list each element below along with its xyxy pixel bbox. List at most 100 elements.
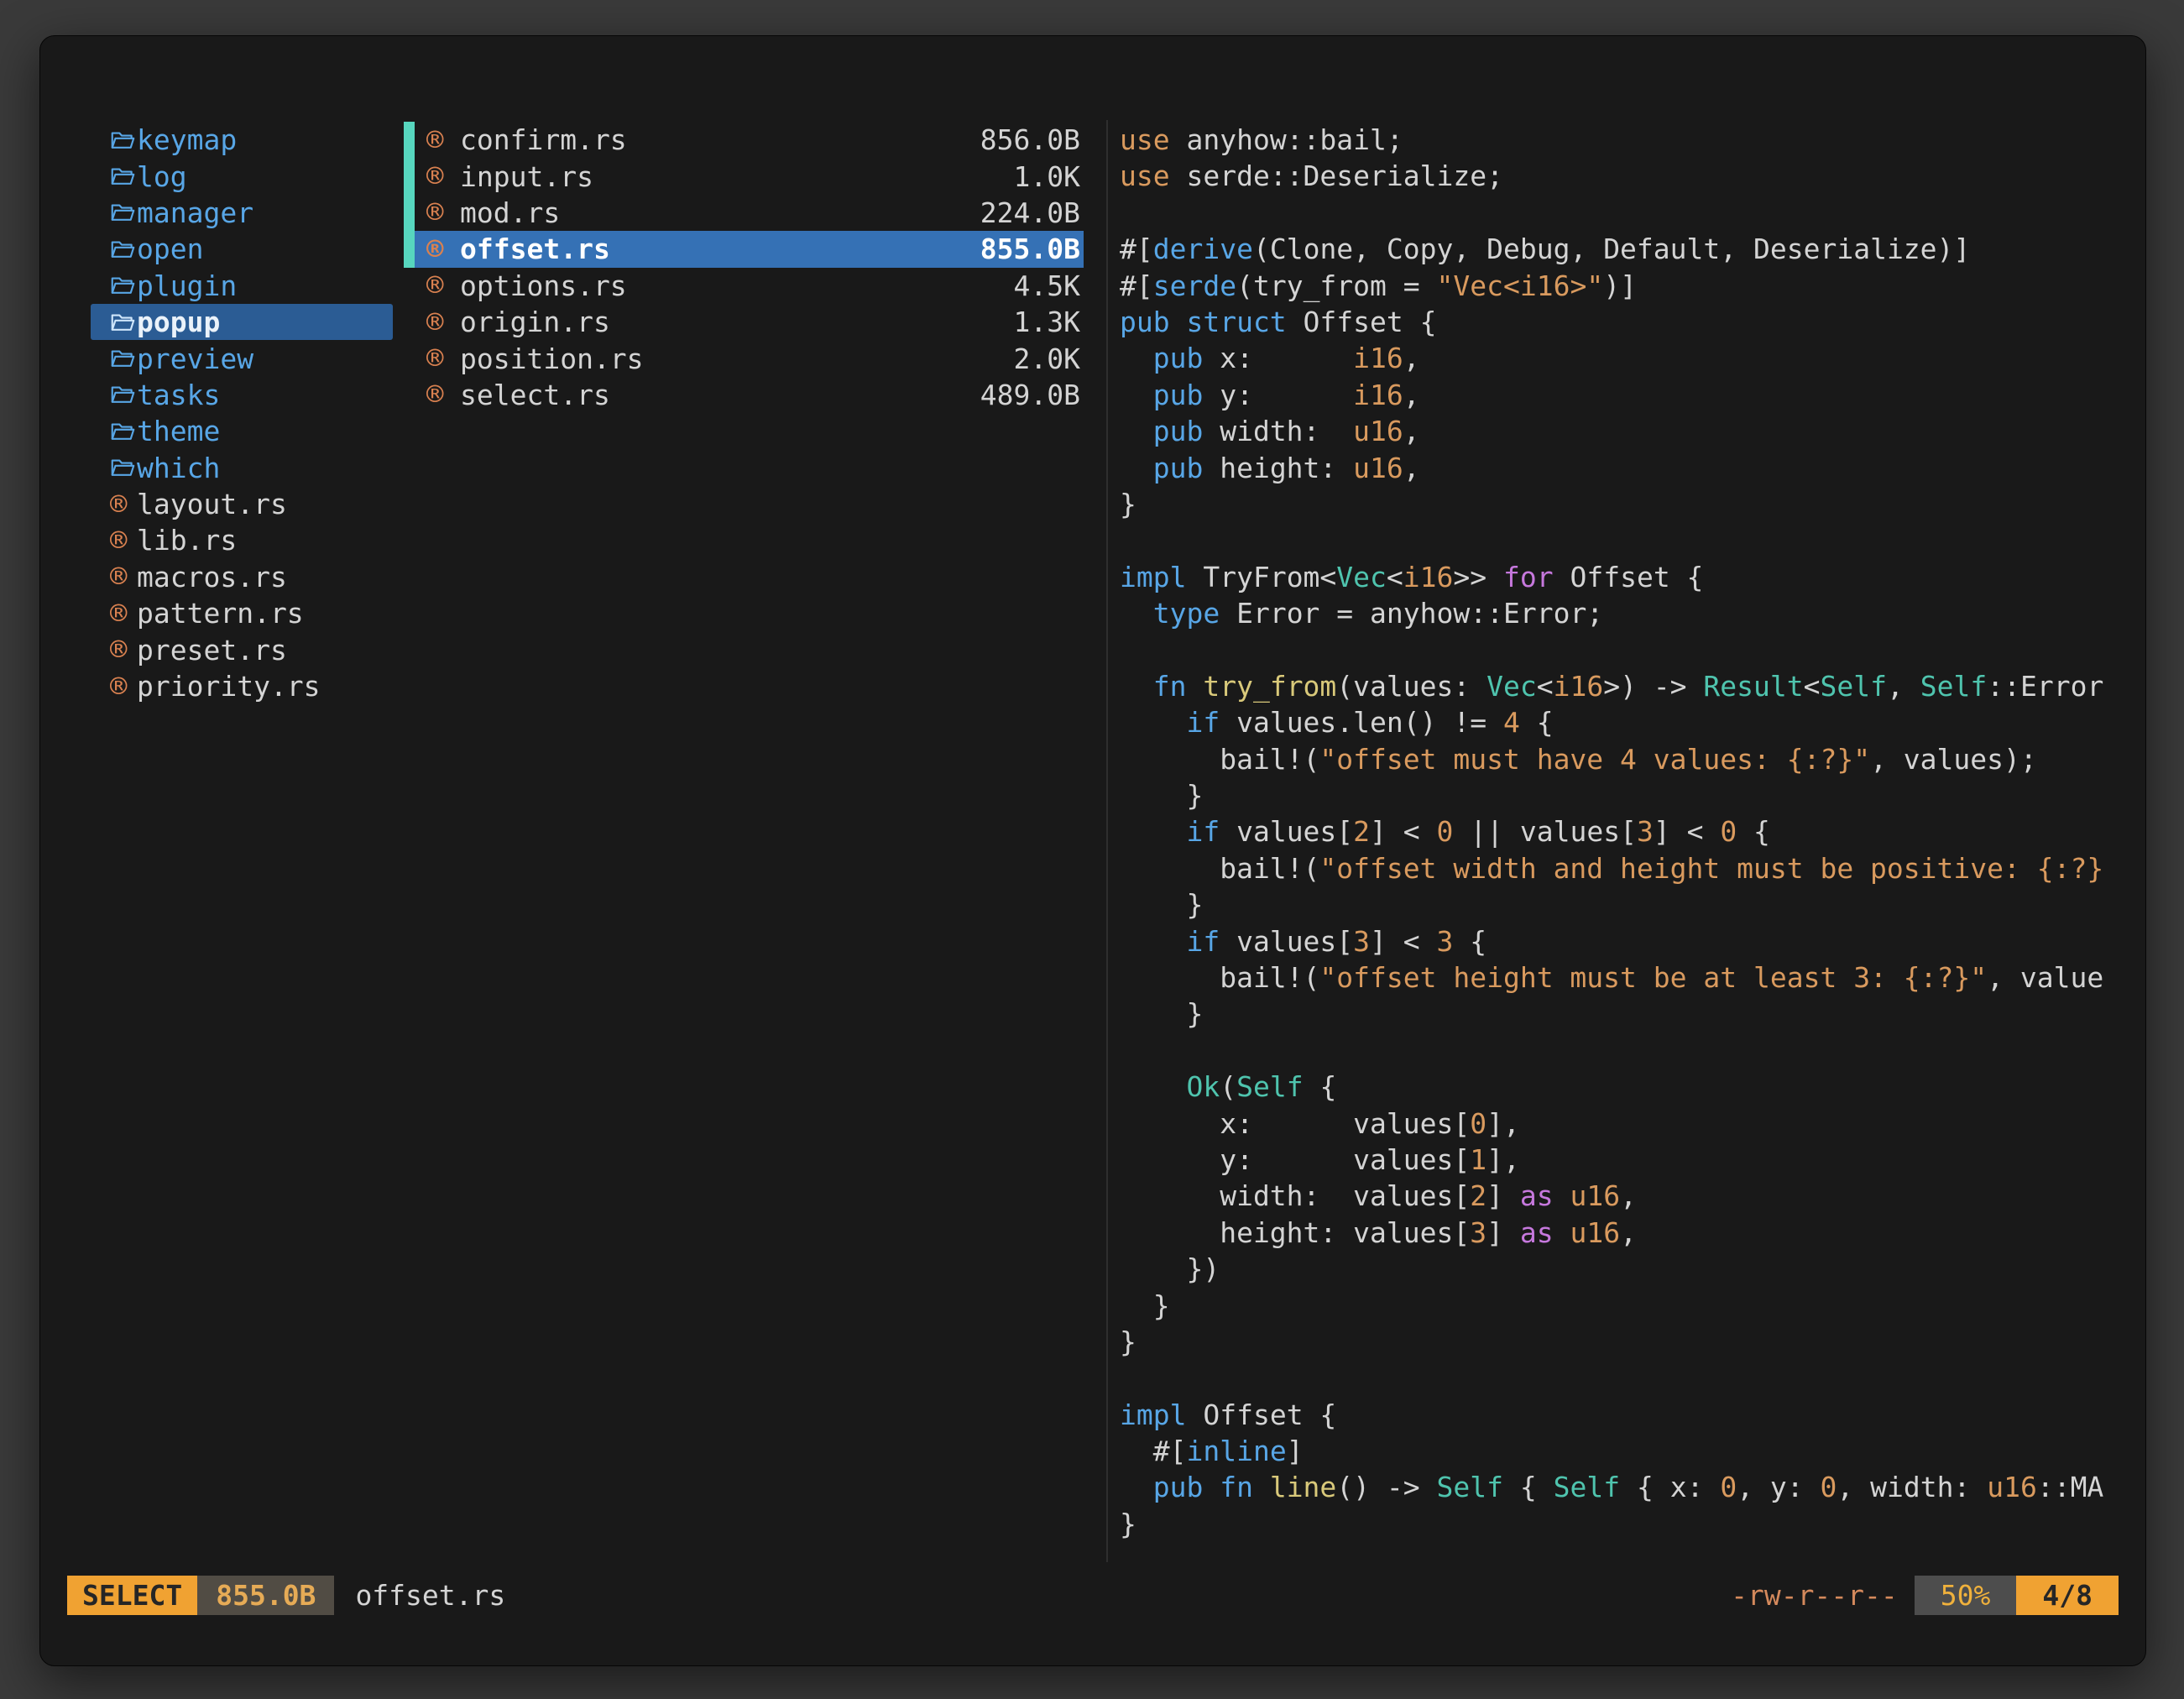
rust-file-icon: ® bbox=[426, 198, 453, 227]
code-line: }) bbox=[1120, 1251, 2124, 1287]
sidebar-item-log[interactable]: log bbox=[91, 158, 393, 194]
selection-marker bbox=[404, 231, 415, 267]
code-line: #[inline] bbox=[1120, 1433, 2124, 1469]
folder-open-icon bbox=[110, 164, 137, 189]
code-line: } bbox=[1120, 777, 2124, 813]
code-line bbox=[1120, 1032, 2124, 1069]
status-bar-left: SELECT 855.0B offset.rs bbox=[67, 1576, 505, 1615]
sidebar-item-label: keymap bbox=[137, 123, 237, 156]
sidebar-item-label: preset.rs bbox=[137, 634, 287, 667]
file-name: origin.rs bbox=[460, 306, 610, 338]
folder-open-icon bbox=[110, 346, 137, 371]
sidebar-item-label: preview bbox=[137, 342, 253, 375]
file-name: select.rs bbox=[460, 379, 610, 411]
folder-open-icon bbox=[110, 455, 137, 480]
folder-open-icon bbox=[110, 128, 137, 153]
status-bar: SELECT 855.0B offset.rs -rw-r--r-- 50% 4… bbox=[67, 1576, 2119, 1615]
sidebar-item-pattern-rs[interactable]: ®pattern.rs bbox=[91, 595, 393, 631]
code-line: y: values[1], bbox=[1120, 1142, 2124, 1178]
file-size: 1.3K bbox=[1014, 306, 1084, 338]
sidebar-item-preset-rs[interactable]: ®preset.rs bbox=[91, 631, 393, 667]
file-row-offset-rs[interactable]: ®offset.rs 855.0B bbox=[404, 231, 1084, 267]
code-line: pub width: u16, bbox=[1120, 413, 2124, 449]
rust-file-icon: ® bbox=[426, 380, 453, 409]
selection-marker bbox=[404, 195, 415, 231]
sidebar-item-macros-rs[interactable]: ®macros.rs bbox=[91, 559, 393, 595]
sidebar-item-keymap[interactable]: keymap bbox=[91, 122, 393, 158]
sidebar-item-label: macros.rs bbox=[137, 561, 287, 593]
code-line: if values[2] < 0 || values[3] < 0 { bbox=[1120, 813, 2124, 850]
file-name: offset.rs bbox=[460, 233, 610, 265]
status-filename: offset.rs bbox=[355, 1576, 505, 1615]
code-line: type Error = anyhow::Error; bbox=[1120, 595, 2124, 631]
sidebar-item-which[interactable]: which bbox=[91, 450, 393, 486]
sidebar-item-popup[interactable]: popup bbox=[91, 304, 393, 340]
code-line: } bbox=[1120, 486, 2124, 522]
sidebar-item-manager[interactable]: manager bbox=[91, 195, 393, 231]
rust-file-icon: ® bbox=[110, 635, 137, 664]
file-size: 855.0B bbox=[980, 233, 1084, 265]
file-row-mod-rs[interactable]: ®mod.rs224.0B bbox=[404, 195, 1084, 231]
sidebar-item-label: layout.rs bbox=[137, 488, 287, 520]
code-line bbox=[1120, 195, 2124, 231]
file-size: 4.5K bbox=[1014, 269, 1084, 302]
scroll-percentage-badge: 50% bbox=[1915, 1576, 2017, 1615]
selection-marker bbox=[404, 340, 415, 376]
selection-marker bbox=[404, 122, 415, 158]
status-bar-right: -rw-r--r-- 50% 4/8 bbox=[1731, 1576, 2119, 1615]
file-name: input.rs bbox=[460, 160, 593, 193]
sidebar-item-preview[interactable]: preview bbox=[91, 340, 393, 376]
sidebar-item-lib-rs[interactable]: ®lib.rs bbox=[91, 522, 393, 558]
folder-open-icon bbox=[110, 237, 137, 262]
rust-file-icon: ® bbox=[426, 126, 453, 154]
parent-directory-pane: keymap log manager open plugin popup pre… bbox=[91, 122, 393, 704]
rust-file-icon: ® bbox=[110, 562, 137, 591]
code-line: } bbox=[1120, 1288, 2124, 1324]
sidebar-item-theme[interactable]: theme bbox=[91, 413, 393, 449]
sidebar-item-tasks[interactable]: tasks bbox=[91, 377, 393, 413]
file-size: 2.0K bbox=[1014, 342, 1084, 375]
code-line: } bbox=[1120, 1506, 2124, 1542]
sidebar-item-plugin[interactable]: plugin bbox=[91, 268, 393, 304]
code-line: impl TryFrom<Vec<i16>> for Offset { bbox=[1120, 559, 2124, 595]
rust-file-icon: ® bbox=[110, 599, 137, 628]
code-line: use anyhow::bail; bbox=[1120, 122, 2124, 158]
folder-open-icon bbox=[110, 310, 137, 335]
code-line: pub fn line() -> Self { Self { x: 0, y: … bbox=[1120, 1469, 2124, 1505]
code-line: pub x: i16, bbox=[1120, 340, 2124, 376]
sidebar-item-label: tasks bbox=[137, 379, 220, 411]
code-line: pub y: i16, bbox=[1120, 377, 2124, 413]
pane-divider bbox=[1106, 120, 1108, 1562]
code-line: } bbox=[1120, 886, 2124, 923]
folder-open-icon bbox=[110, 419, 137, 444]
file-row-position-rs[interactable]: ®position.rs2.0K bbox=[404, 340, 1084, 376]
selection-marker bbox=[404, 158, 415, 194]
sidebar-item-label: plugin bbox=[137, 269, 237, 302]
rust-file-icon: ® bbox=[426, 308, 453, 337]
code-line: impl Offset { bbox=[1120, 1397, 2124, 1433]
rust-file-icon: ® bbox=[110, 490, 137, 519]
code-line: x: values[0], bbox=[1120, 1106, 2124, 1142]
file-row-options-rs[interactable]: ®options.rs4.5K bbox=[404, 268, 1084, 304]
code-line: #[serde(try_from = "Vec<i16>")] bbox=[1120, 268, 2124, 304]
rust-file-icon: ® bbox=[426, 235, 453, 264]
file-row-confirm-rs[interactable]: ®confirm.rs856.0B bbox=[404, 122, 1084, 158]
code-line: } bbox=[1120, 996, 2124, 1032]
folder-open-icon bbox=[110, 382, 137, 407]
sidebar-item-layout-rs[interactable]: ®layout.rs bbox=[91, 486, 393, 522]
sidebar-item-label: pattern.rs bbox=[137, 597, 304, 630]
sidebar-item-open[interactable]: open bbox=[91, 231, 393, 267]
file-permissions: -rw-r--r-- bbox=[1731, 1576, 1898, 1615]
code-line: width: values[2] as u16, bbox=[1120, 1178, 2124, 1214]
rust-file-icon: ® bbox=[110, 526, 137, 555]
sidebar-item-label: theme bbox=[137, 415, 220, 447]
file-size-badge: 855.0B bbox=[197, 1576, 334, 1615]
code-line: if values[3] < 3 { bbox=[1120, 923, 2124, 959]
file-name: confirm.rs bbox=[460, 123, 627, 156]
yazi-terminal-window: keymap log manager open plugin popup pre… bbox=[39, 35, 2146, 1666]
file-row-select-rs[interactable]: ®select.rs489.0B bbox=[404, 377, 1084, 413]
file-row-origin-rs[interactable]: ®origin.rs 1.3K bbox=[404, 304, 1084, 340]
file-name: mod.rs bbox=[460, 196, 560, 229]
file-row-input-rs[interactable]: ®input.rs1.0K bbox=[404, 158, 1084, 194]
sidebar-item-priority-rs[interactable]: ®priority.rs bbox=[91, 668, 393, 704]
